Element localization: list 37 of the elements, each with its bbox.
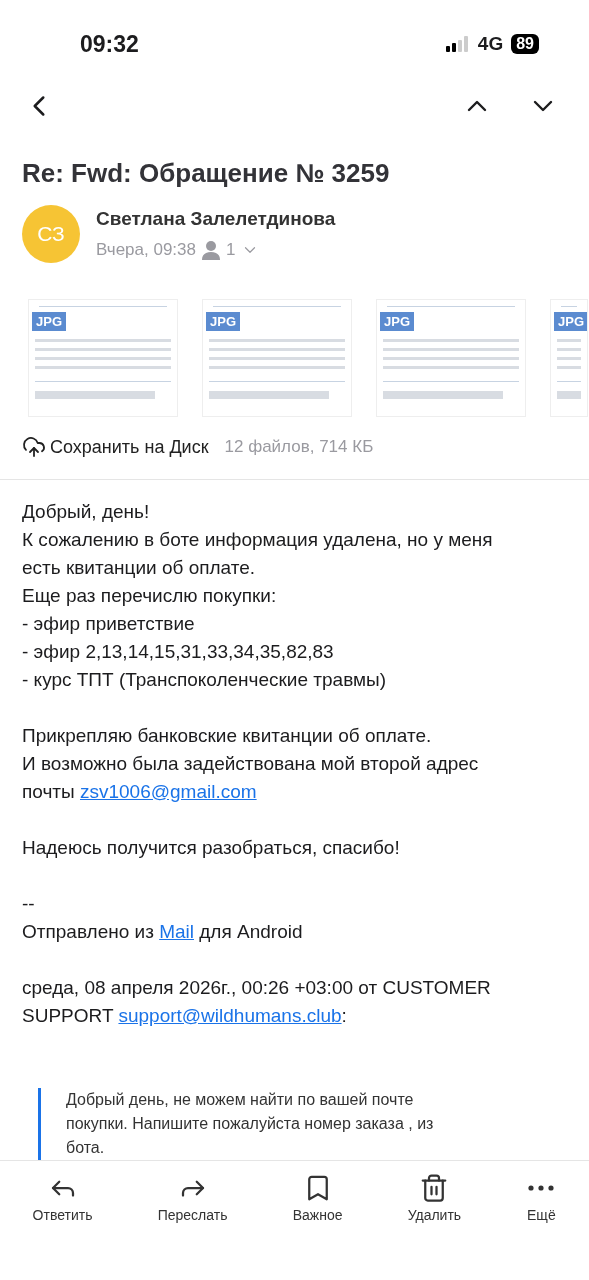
attachment-thumbnail[interactable]: JPG (202, 299, 352, 417)
email-link[interactable]: support@wildhumans.club (118, 1005, 342, 1026)
attachment-thumbnail[interactable]: JPG (376, 299, 526, 417)
email-subject: Re: Fwd: Обращение № 3259 (22, 158, 391, 189)
message-paragraph: Надеюсь получится разобраться, спасибо! (22, 836, 401, 860)
person-icon (202, 240, 220, 260)
file-type-badge: JPG (32, 312, 66, 331)
file-type-badge: JPG (380, 312, 414, 331)
network-label: 4G (477, 33, 504, 55)
message-paragraph: Добрый, день! К сожалению в боте информация удалена, но у меня есть квитанции об оплате. Еще раз перечислю покупки: - эфир приветствие - эфир 2,13,14,15,31,33,34,35,82,83 - курс ТПТ (Транспоколенческие травмы) (22, 500, 494, 692)
battery-level: 89 (511, 34, 539, 54)
email-link[interactable]: Mail (159, 921, 194, 942)
attachment-thumbnail[interactable]: JPG (28, 299, 178, 417)
delete-button[interactable]: Удалить (407, 1173, 462, 1229)
reply-button[interactable]: Ответить (32, 1173, 93, 1229)
quoted-message: Добрый день, не можем найти по вашей почте покупки. Напишите пожалуйста номер заказа , из бота. (38, 1088, 589, 1160)
email-link[interactable]: zsv1006@gmail.com (80, 781, 257, 802)
document-preview-drawing (557, 339, 581, 399)
file-type-badge: JPG (206, 312, 240, 331)
message-paragraph: -- Отправлено из Mail для Android (22, 892, 304, 944)
signal-icon (445, 36, 470, 52)
forward-button[interactable]: Переслать (157, 1173, 228, 1229)
file-type-badge: JPG (554, 312, 587, 331)
bookmark-button[interactable]: Важное (292, 1173, 343, 1229)
more-icon (528, 1185, 554, 1191)
recipients-count[interactable]: 1 (226, 240, 236, 260)
save-to-disk-button[interactable]: Сохранить на Диск (22, 435, 209, 459)
sender-name[interactable]: Светлана Залелетдинова (96, 208, 336, 230)
files-info: 12 файлов, 714 КБ (224, 437, 374, 457)
clock: 09:32 (80, 30, 139, 58)
cloud-icon (22, 435, 46, 459)
email-date: Вчера, 09:38 (96, 240, 196, 260)
attachment-thumbnail[interactable]: JPG (550, 299, 588, 417)
message-paragraph: среда, 08 апреля 2026г., 00:26 +03:00 от CUSTOMER SUPPORT support@wildhumans.club: (22, 976, 492, 1028)
sender-avatar: СЗ (22, 205, 80, 263)
more-button[interactable]: Ещё (526, 1173, 557, 1229)
message-paragraph: Прикрепляю банковские квитанции об оплате. И возможно была задействована мой второй адрес почты zsv1006@gmail.com (22, 724, 480, 804)
